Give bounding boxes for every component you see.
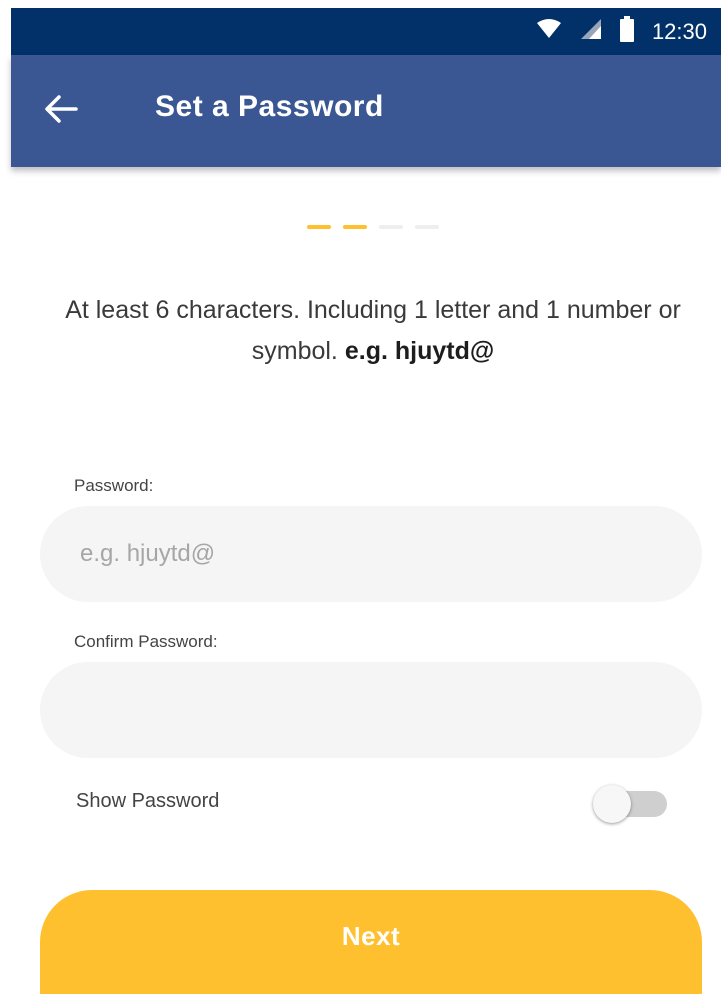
password-input[interactable] xyxy=(40,506,702,602)
progress-step xyxy=(415,225,439,229)
confirm-password-label: Confirm Password: xyxy=(74,632,218,651)
hint-example: e.g. hjuytd@ xyxy=(344,337,495,365)
password-label: Password: xyxy=(74,476,154,495)
step-progress-indicator xyxy=(307,225,439,229)
status-icons: 12:30 xyxy=(536,8,707,55)
password-requirements-hint: At least 6 characters. Including 1 lette… xyxy=(40,290,706,372)
app-bar: Set a Password xyxy=(11,55,721,167)
confirm-password-input[interactable] xyxy=(40,662,702,758)
signal-icon xyxy=(580,18,602,45)
progress-step xyxy=(343,225,367,229)
next-button[interactable]: Next xyxy=(40,890,702,994)
page-title: Set a Password xyxy=(155,90,384,123)
progress-step xyxy=(307,225,331,229)
show-password-label: Show Password xyxy=(76,790,220,812)
status-time: 12:30 xyxy=(651,18,707,44)
arrow-left-icon xyxy=(44,94,78,129)
progress-step xyxy=(379,225,403,229)
status-bar: 12:30 xyxy=(11,8,721,55)
back-button[interactable] xyxy=(41,91,81,131)
wifi-icon xyxy=(536,18,562,45)
show-password-toggle[interactable] xyxy=(593,785,669,823)
battery-icon xyxy=(619,16,634,47)
toggle-thumb xyxy=(593,785,631,823)
